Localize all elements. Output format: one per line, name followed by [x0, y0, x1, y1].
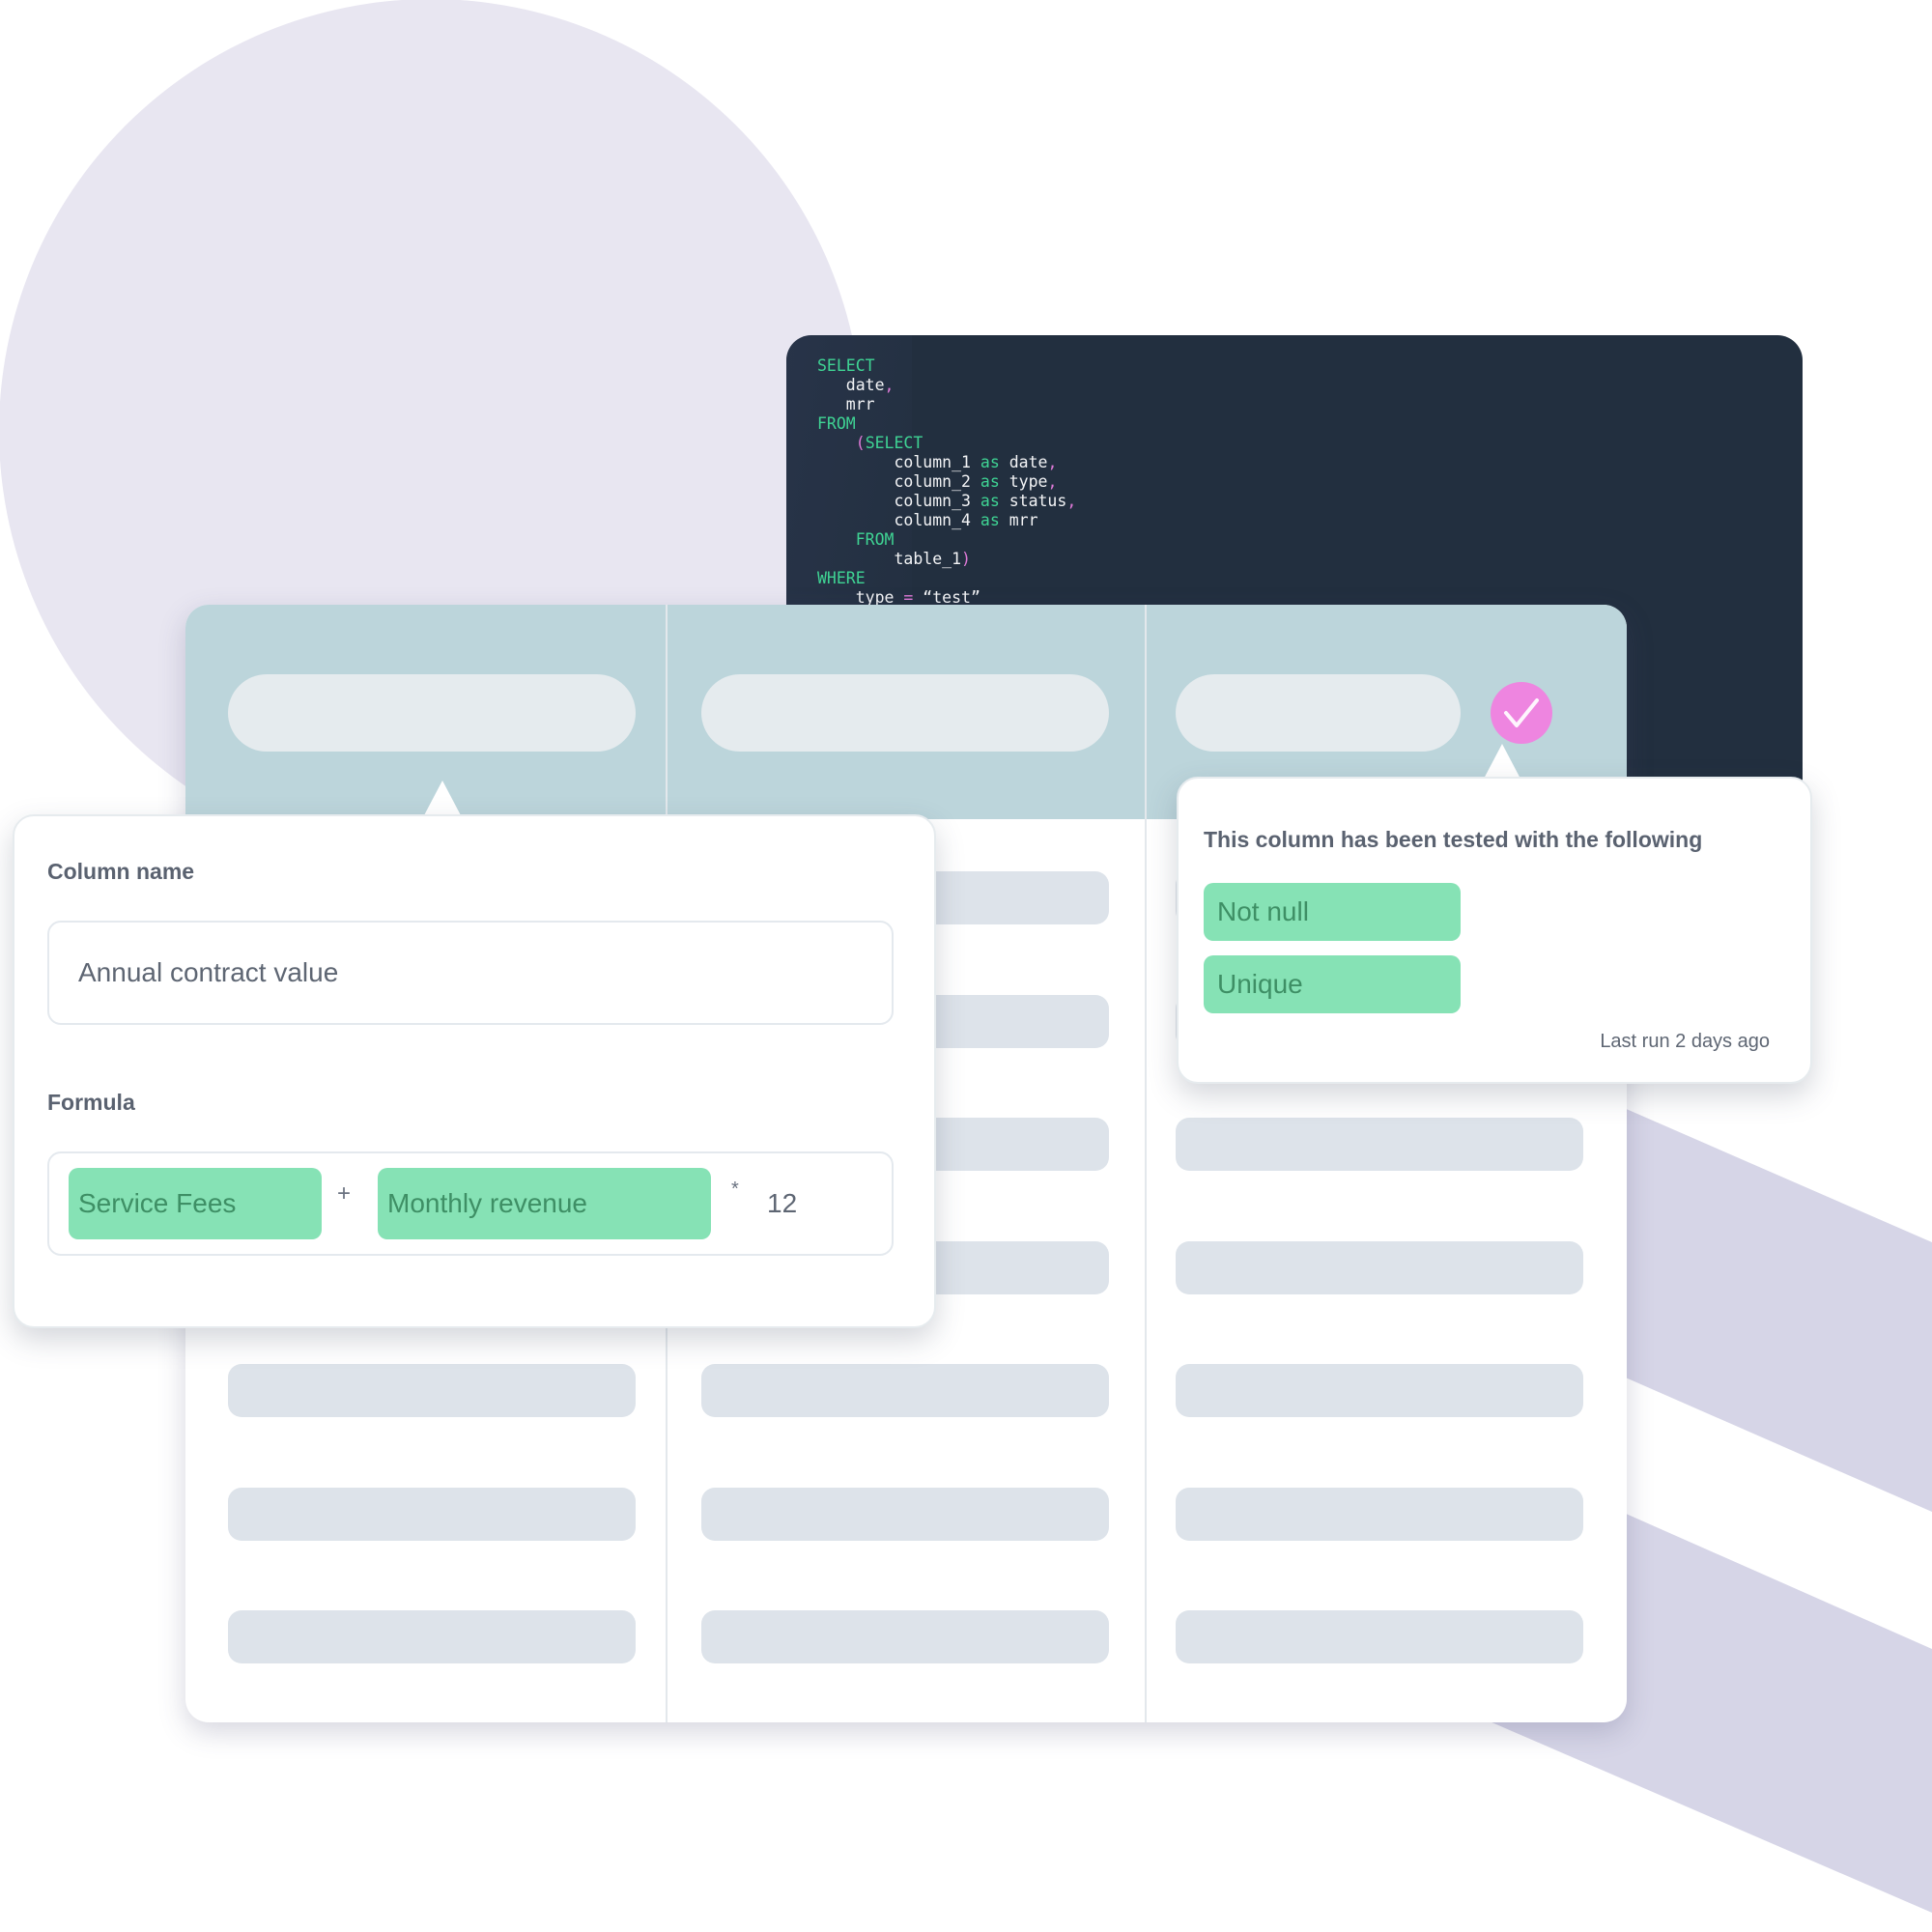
code-line: (SELECT [817, 434, 923, 452]
popup-pointer [1483, 744, 1521, 781]
column-header-1[interactable] [228, 674, 636, 752]
code-token: date [999, 453, 1048, 471]
table-cell[interactable] [1176, 1118, 1583, 1171]
code-token: column_4 [817, 511, 980, 529]
table-cell[interactable] [1176, 1240, 1583, 1294]
code-keyword: FROM [817, 414, 856, 433]
code-token: mrr [999, 511, 1038, 529]
table-cell[interactable] [701, 1610, 1109, 1663]
test-badge-not-null[interactable]: Not null [1204, 883, 1461, 941]
formula-label: Formula [47, 1090, 135, 1115]
code-keyword: as [980, 511, 1000, 529]
code-punctuation: ( [855, 434, 866, 452]
formula-operator-plus: + [337, 1180, 352, 1207]
code-line: table_1) [817, 550, 971, 568]
column-tested-badge[interactable] [1491, 682, 1552, 744]
table-cell[interactable] [1176, 1610, 1583, 1663]
code-token: status [999, 492, 1067, 510]
code-line: column_4 as mrr [817, 511, 1038, 529]
formula-input[interactable]: Service Fees + Monthly revenue * 12 [47, 1151, 894, 1256]
code-keyword: WHERE [817, 569, 866, 587]
column-name-input[interactable]: Annual contract value [47, 921, 894, 1025]
code-token: column_2 [817, 472, 980, 491]
table-cell[interactable] [228, 1487, 636, 1541]
code-keyword: SELECT [817, 356, 875, 375]
column-header-3[interactable] [1176, 674, 1461, 752]
formula-operator-multiply: * [731, 1179, 739, 1200]
code-token: date [817, 376, 885, 394]
code-punctuation: ) [961, 550, 971, 568]
code-token: type [999, 472, 1048, 491]
column-name-value: Annual contract value [78, 957, 339, 987]
column-divider [1145, 605, 1147, 1722]
table-cell[interactable] [701, 1364, 1109, 1417]
column-tests-popup: This column has been tested with the fol… [1177, 777, 1812, 1084]
code-punctuation: , [1047, 453, 1058, 471]
code-punctuation: , [884, 376, 895, 394]
column-name-label: Column name [47, 859, 195, 884]
tests-popup-title: This column has been tested with the fol… [1204, 827, 1703, 852]
sql-code[interactable]: SELECT date, mrr FROM (SELECT column_1 a… [817, 356, 1076, 608]
check-icon [1504, 698, 1539, 727]
test-badge-unique[interactable]: Unique [1204, 955, 1461, 1013]
code-line: WHERE [817, 569, 866, 587]
code-token: table_1 [817, 550, 962, 568]
column-header-2[interactable] [701, 674, 1109, 752]
code-keyword: as [980, 492, 1000, 510]
code-keyword: as [980, 472, 1000, 491]
code-keyword: as [980, 453, 1000, 471]
code-punctuation: , [1047, 472, 1058, 491]
code-line: mrr [817, 395, 875, 413]
popup-pointer [423, 781, 462, 817]
code-line: SELECT [817, 356, 875, 375]
table-cell[interactable] [1176, 1364, 1583, 1417]
code-line: FROM [817, 530, 895, 549]
code-line: FROM [817, 414, 856, 433]
code-line: column_1 as date, [817, 453, 1057, 471]
code-token: column_3 [817, 492, 980, 510]
last-run-timestamp: Last run 2 days ago [1600, 1031, 1770, 1052]
table-cell[interactable] [1176, 1487, 1583, 1541]
code-punctuation: , [1066, 492, 1077, 510]
code-token: column_1 [817, 453, 980, 471]
formula-token-service-fees[interactable]: Service Fees [69, 1168, 322, 1239]
code-keyword: FROM [855, 530, 895, 549]
table-cell[interactable] [228, 1364, 636, 1417]
formula-constant: 12 [767, 1188, 798, 1218]
code-keyword: SELECT [865, 434, 923, 452]
table-cell[interactable] [701, 1487, 1109, 1541]
code-line: date, [817, 376, 895, 394]
table-cell[interactable] [228, 1610, 636, 1663]
column-editor-popup: Column name Annual contract value Formul… [13, 814, 936, 1328]
formula-token-monthly-revenue[interactable]: Monthly revenue [378, 1168, 711, 1239]
code-line: column_2 as type, [817, 472, 1057, 491]
code-token: mrr [817, 395, 875, 413]
code-line: column_3 as status, [817, 492, 1076, 510]
